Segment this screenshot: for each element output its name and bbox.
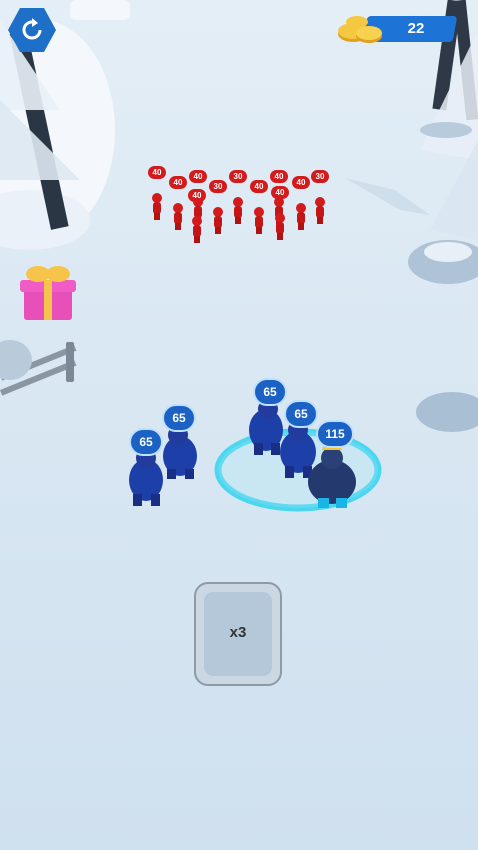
player-squad	[129, 399, 356, 508]
coin-count: 22	[407, 20, 425, 37]
player-unit	[129, 448, 163, 506]
player-leader-badge: 115	[316, 420, 354, 448]
player-unit-badge: 65	[253, 378, 287, 406]
player-unit	[249, 399, 283, 455]
player-unit-badge: 65	[284, 400, 318, 428]
restart-icon	[22, 18, 42, 40]
player-unit	[163, 425, 197, 479]
gold-coins-icon	[338, 16, 382, 43]
gift-box-icon[interactable]	[14, 262, 80, 324]
player-unit-badge: 65	[129, 428, 163, 456]
player-unit-badge: 65	[162, 404, 196, 432]
game-scene: 40 40 40 30 30 40 40 40 30 40 40 65 65 6…	[0, 0, 478, 850]
multiplier-card[interactable]: x3	[194, 582, 282, 686]
player-unit	[280, 420, 316, 478]
coin-counter: 22	[335, 12, 458, 46]
multiplier-label: x3	[229, 624, 247, 641]
